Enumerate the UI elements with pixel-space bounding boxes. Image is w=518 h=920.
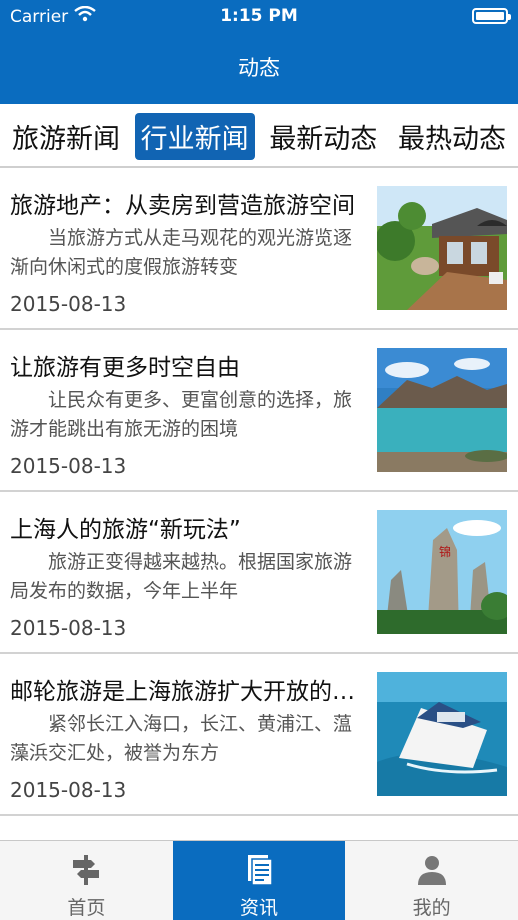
news-date: 2015-08-13	[10, 778, 127, 802]
document-icon	[242, 853, 276, 887]
news-date: 2015-08-13	[10, 616, 127, 640]
news-item[interactable]: 上海人的旅游“新玩法” 旅游正变得越来越热。根据国家旅游局发布的数据，今年上半年…	[0, 492, 518, 654]
news-thumbnail	[377, 348, 507, 472]
tabbar-label: 我的	[412, 897, 451, 919]
news-title: 上海人的旅游“新玩法”	[10, 517, 241, 543]
news-thumbnail	[377, 672, 507, 796]
news-title: 邮轮旅游是上海旅游扩大开放的窗口	[10, 679, 355, 705]
tabbar-label: 资讯	[240, 897, 279, 919]
news-summary: 当旅游方式从走马观花的观光游览逐渐向休闲式的度假旅游转变	[10, 227, 352, 278]
battery-icon	[472, 8, 511, 24]
news-item[interactable]: 让旅游有更多时空自由 让民众有更多、更富创意的选择，旅游才能跳出有旅无游的困境 …	[0, 330, 518, 492]
news-summary: 让民众有更多、更富创意的选择，旅游才能跳出有旅无游的困境	[10, 389, 352, 440]
news-title: 让旅游有更多时空自由	[10, 355, 240, 381]
nav-bar: 动态	[0, 34, 518, 104]
tab-travel-news[interactable]: 旅游新闻	[6, 113, 126, 160]
svg-text:锦: 锦	[439, 545, 451, 559]
category-tabs: 旅游新闻 行业新闻 最新动态 最热动态	[0, 104, 518, 168]
news-date: 2015-08-13	[10, 454, 127, 478]
news-summary: 旅游正变得越来越热。根据国家旅游局发布的数据，今年上半年	[10, 551, 352, 602]
tabbar-label: 首页	[67, 897, 106, 919]
news-title: 旅游地产：从卖房到营造旅游空间	[10, 193, 355, 219]
tabbar-news[interactable]: 资讯	[172, 841, 346, 920]
status-bar: Carrier 1:15 PM	[0, 0, 518, 34]
news-list[interactable]: 旅游地产：从卖房到营造旅游空间 当旅游方式从走马观花的观光游览逐渐向休闲式的度假…	[0, 168, 518, 840]
tab-latest[interactable]: 最新动态	[263, 113, 383, 160]
signpost-icon	[69, 853, 103, 887]
tabbar-mine[interactable]: 我的	[345, 841, 518, 920]
news-thumbnail: 锦	[377, 510, 507, 634]
news-thumbnail	[377, 186, 507, 310]
news-date: 2015-08-13	[10, 292, 127, 316]
tab-industry-news[interactable]: 行业新闻	[134, 112, 255, 160]
tabbar-home[interactable]: 首页	[0, 841, 173, 920]
news-item[interactable]: 邮轮旅游是上海旅游扩大开放的窗口 紧邻长江入海口，长江、黄浦江、蕰藻浜交汇处，被…	[0, 654, 518, 816]
bottom-tab-bar: 首页 资讯 我的	[0, 840, 518, 920]
news-summary: 紧邻长江入海口，长江、黄浦江、蕰藻浜交汇处，被誉为东方	[10, 713, 352, 764]
news-item[interactable]: 旅游地产：从卖房到营造旅游空间 当旅游方式从走马观花的观光游览逐渐向休闲式的度假…	[0, 168, 518, 330]
status-time: 1:15 PM	[220, 6, 298, 26]
tab-hottest[interactable]: 最热动态	[392, 113, 512, 160]
user-icon	[415, 853, 449, 887]
page-title: 动态	[238, 56, 280, 80]
news-item[interactable]	[0, 816, 518, 840]
